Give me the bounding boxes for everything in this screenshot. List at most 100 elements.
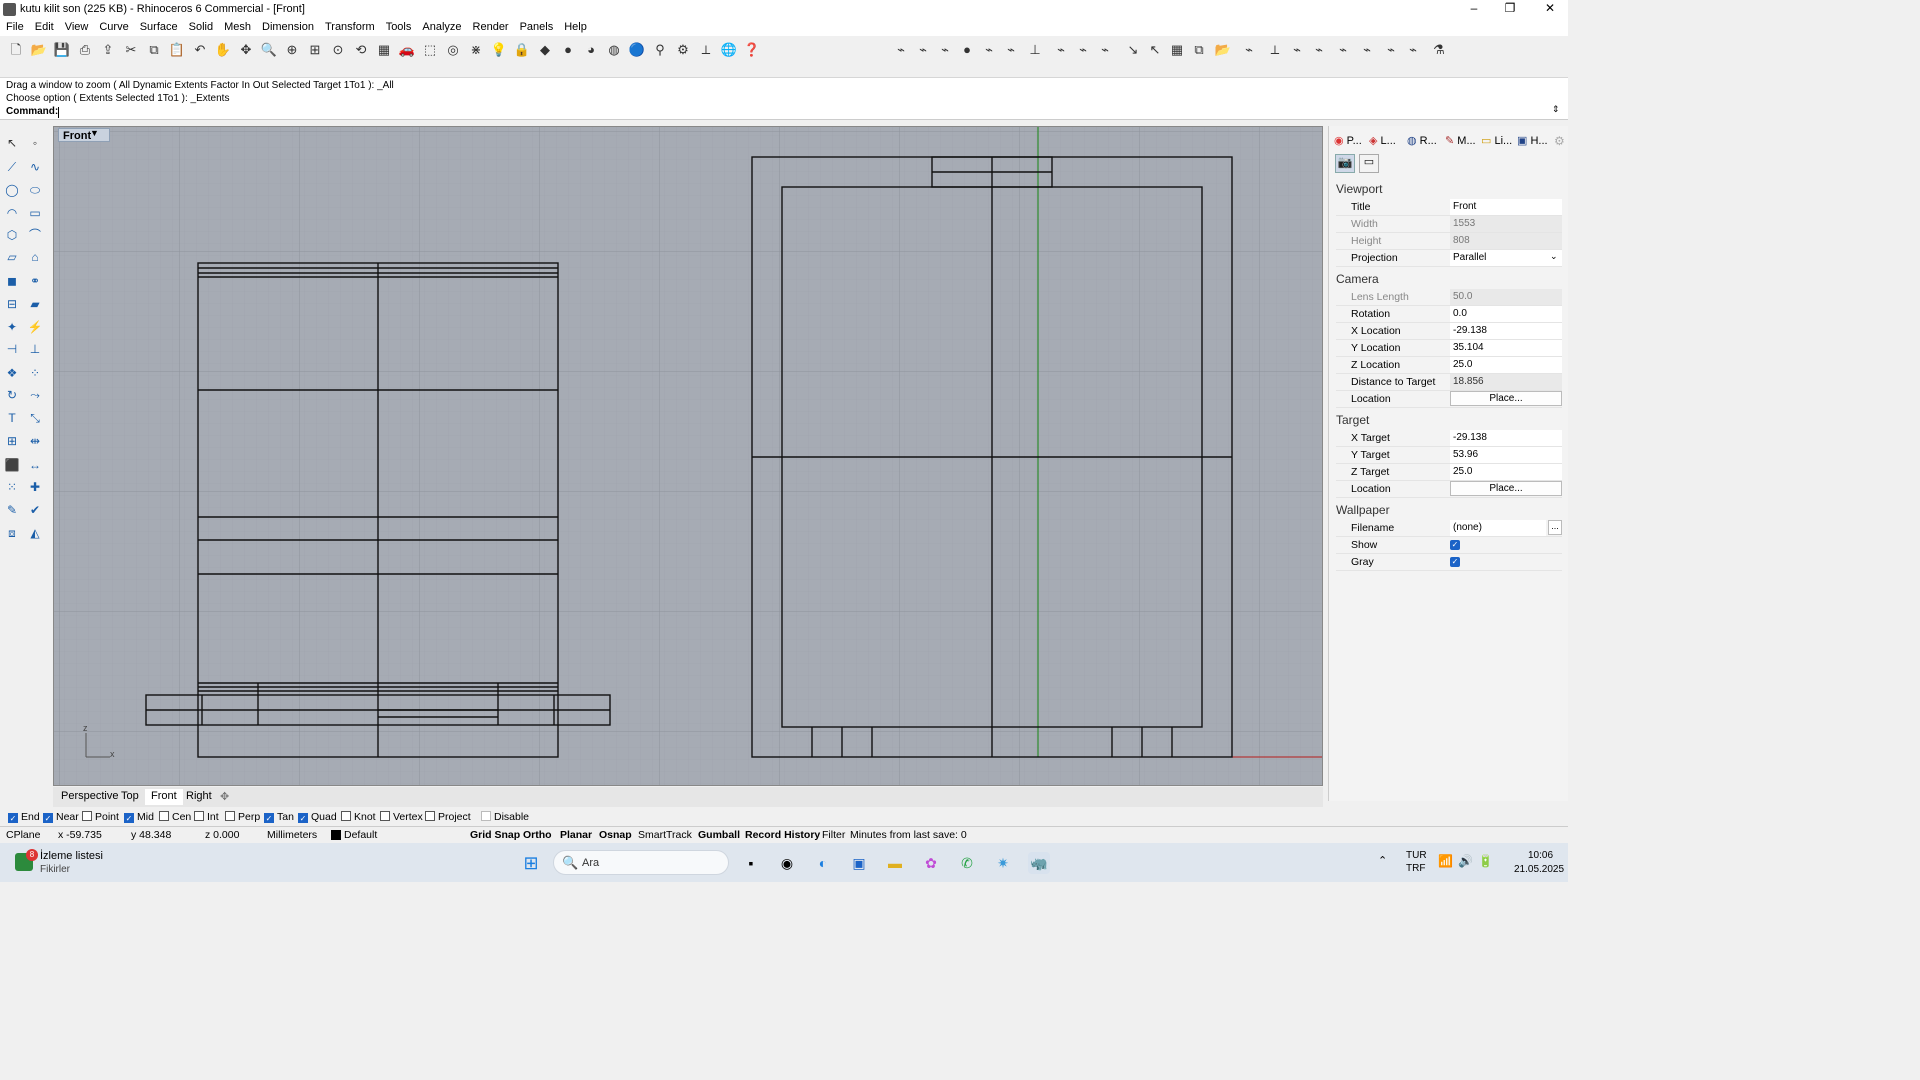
z-target-field[interactable]: 25.0: [1450, 464, 1562, 480]
menu-render[interactable]: Render: [467, 19, 514, 33]
text-icon[interactable]: T: [3, 409, 21, 427]
solid-box-icon[interactable]: ⬛: [3, 456, 21, 474]
osnap-cen-icon[interactable]: ⌁: [980, 41, 998, 59]
dimension-tool-icon[interactable]: ↔: [26, 456, 44, 474]
move-view-icon[interactable]: ✥: [237, 41, 255, 59]
print-icon[interactable]: ⎙: [76, 41, 94, 59]
layer-color-swatch[interactable]: [331, 830, 341, 840]
edit-icon[interactable]: ✎: [3, 501, 21, 519]
menu-mesh[interactable]: Mesh: [218, 19, 256, 33]
join-icon[interactable]: ⁘: [26, 364, 44, 382]
osnap-knot-icon[interactable]: ⌁: [1096, 41, 1114, 59]
osnap-mid[interactable]: ✓ Mid: [124, 811, 154, 823]
open-folder-2-icon[interactable]: 📂: [1214, 41, 1232, 59]
planar-toggle[interactable]: Planar: [560, 829, 592, 841]
rotate-icon[interactable]: ↻: [3, 386, 21, 404]
menu-tools[interactable]: Tools: [380, 19, 417, 33]
close-button[interactable]: ✕: [1532, 0, 1568, 19]
clock-time[interactable]: 10:06: [1528, 850, 1553, 861]
rhino-taskbar-icon[interactable]: 🦏: [1028, 852, 1050, 874]
light-bulb-icon[interactable]: 💡: [490, 41, 508, 59]
zoom-extents-icon[interactable]: ⊞: [306, 41, 324, 59]
windows-start-icon[interactable]: ⊞: [520, 852, 542, 874]
curve-snap-icon[interactable]: ↘: [1124, 41, 1142, 59]
ellipse-icon[interactable]: ⬭: [26, 181, 44, 199]
check-icon[interactable]: ✔: [26, 501, 44, 519]
gumball-toggle[interactable]: Gumball: [698, 829, 740, 841]
osnap-toggle[interactable]: Osnap: [599, 829, 632, 841]
lang-secondary[interactable]: TRF: [1406, 863, 1425, 874]
projection-select[interactable]: Parallel: [1450, 250, 1562, 266]
tab-help[interactable]: ▣ H...: [1517, 134, 1548, 148]
options-gear-icon[interactable]: ⚙: [674, 41, 692, 59]
cplane-icon[interactable]: ◎: [444, 41, 462, 59]
x-location-field[interactable]: -29.138: [1450, 323, 1562, 339]
help-icon[interactable]: ❓: [743, 41, 761, 59]
title-field[interactable]: Front: [1450, 199, 1562, 215]
tool-i-icon[interactable]: ⚗: [1430, 41, 1448, 59]
smarttrack-toggle[interactable]: SmartTrack: [638, 829, 692, 841]
tool-h-icon[interactable]: ⌁: [1404, 41, 1422, 59]
y-location-field[interactable]: 35.104: [1450, 340, 1562, 356]
menu-surface[interactable]: Surface: [134, 19, 183, 33]
frame-icon[interactable]: ▭: [1359, 154, 1379, 173]
offset-icon[interactable]: ⤳: [26, 386, 44, 404]
tool-a-icon[interactable]: ⌁: [1240, 41, 1258, 59]
show-checkbox[interactable]: ✓: [1450, 540, 1460, 550]
tab-layers[interactable]: ◈ L...: [1369, 134, 1396, 148]
store-icon[interactable]: ▣: [848, 852, 870, 874]
save-icon[interactable]: 💾: [53, 41, 71, 59]
trim-icon[interactable]: ⊥: [26, 340, 44, 358]
lock-icon[interactable]: 🔒: [513, 41, 531, 59]
osnap-int[interactable]: Int: [194, 811, 219, 823]
new-file-icon[interactable]: 🗋: [7, 41, 25, 59]
gumball-icon[interactable]: ✚: [26, 478, 44, 496]
target-place-button[interactable]: Place...: [1450, 481, 1562, 496]
filename-field[interactable]: (none): [1450, 520, 1546, 536]
pan-icon[interactable]: ✋: [214, 41, 232, 59]
projection-chevron-down-icon[interactable]: ⌄: [1550, 251, 1558, 262]
menu-panels[interactable]: Panels: [514, 19, 559, 33]
tray-chevron-up-icon[interactable]: ⌃: [1378, 854, 1387, 867]
viewport-canvas[interactable]: [54, 127, 1323, 786]
lang-primary[interactable]: TUR: [1406, 850, 1427, 861]
osnap-near[interactable]: ✓ Near: [43, 811, 79, 823]
tool-c-icon[interactable]: ⌁: [1288, 41, 1306, 59]
filter-icon[interactable]: ⚲: [651, 41, 669, 59]
osnap-cen[interactable]: Cen: [159, 811, 191, 823]
x-target-field[interactable]: -29.138: [1450, 430, 1562, 446]
render-tool-icon[interactable]: ◭: [26, 524, 44, 542]
select-icon[interactable]: ⬚: [421, 41, 439, 59]
tab-top[interactable]: Top: [115, 789, 145, 805]
polyline-icon[interactable]: ⟋: [3, 158, 21, 176]
copy-icon[interactable]: ⧉: [145, 41, 163, 59]
extrude-icon[interactable]: ▰: [26, 295, 44, 313]
color-wheel-icon[interactable]: ●: [559, 41, 577, 59]
rendered-sphere-icon[interactable]: ◍: [605, 41, 623, 59]
panel-settings-gear-icon[interactable]: ⚙: [1554, 134, 1565, 148]
tab-libraries[interactable]: ▭ Li...: [1481, 134, 1512, 148]
tool-e-icon[interactable]: ⌁: [1334, 41, 1352, 59]
grid-snap-toggle[interactable]: Grid Snap: [470, 829, 520, 841]
osnap-vertex[interactable]: Vertex: [380, 811, 423, 823]
tool-f-icon[interactable]: ⌁: [1358, 41, 1376, 59]
four-viewports-icon[interactable]: ▦: [375, 41, 393, 59]
task-view-icon[interactable]: ▪: [740, 852, 762, 874]
grid-array-icon[interactable]: ⁙: [3, 478, 21, 496]
rotation-field[interactable]: 0.0: [1450, 306, 1562, 322]
osnap-project[interactable]: Project: [425, 811, 471, 823]
cplane-label[interactable]: CPlane: [6, 829, 40, 841]
viewport-menu-chevron-icon[interactable]: ▼: [90, 128, 99, 138]
menu-file[interactable]: File: [0, 19, 29, 33]
osnap-tan[interactable]: ✓ Tan: [264, 811, 294, 823]
group-icon[interactable]: ❖: [3, 364, 21, 382]
box-icon[interactable]: ◼: [3, 272, 21, 290]
menu-help[interactable]: Help: [558, 19, 592, 33]
osnap-near-icon[interactable]: ⌁: [914, 41, 932, 59]
clock-date[interactable]: 21.05.2025: [1514, 864, 1564, 875]
units-label[interactable]: Millimeters: [267, 829, 317, 841]
car-icon[interactable]: 🚗: [398, 41, 416, 59]
wifi-icon[interactable]: 📶: [1438, 854, 1453, 868]
maximize-button[interactable]: ❐: [1492, 0, 1528, 19]
front-viewport[interactable]: z x Front ▼: [53, 126, 1323, 786]
